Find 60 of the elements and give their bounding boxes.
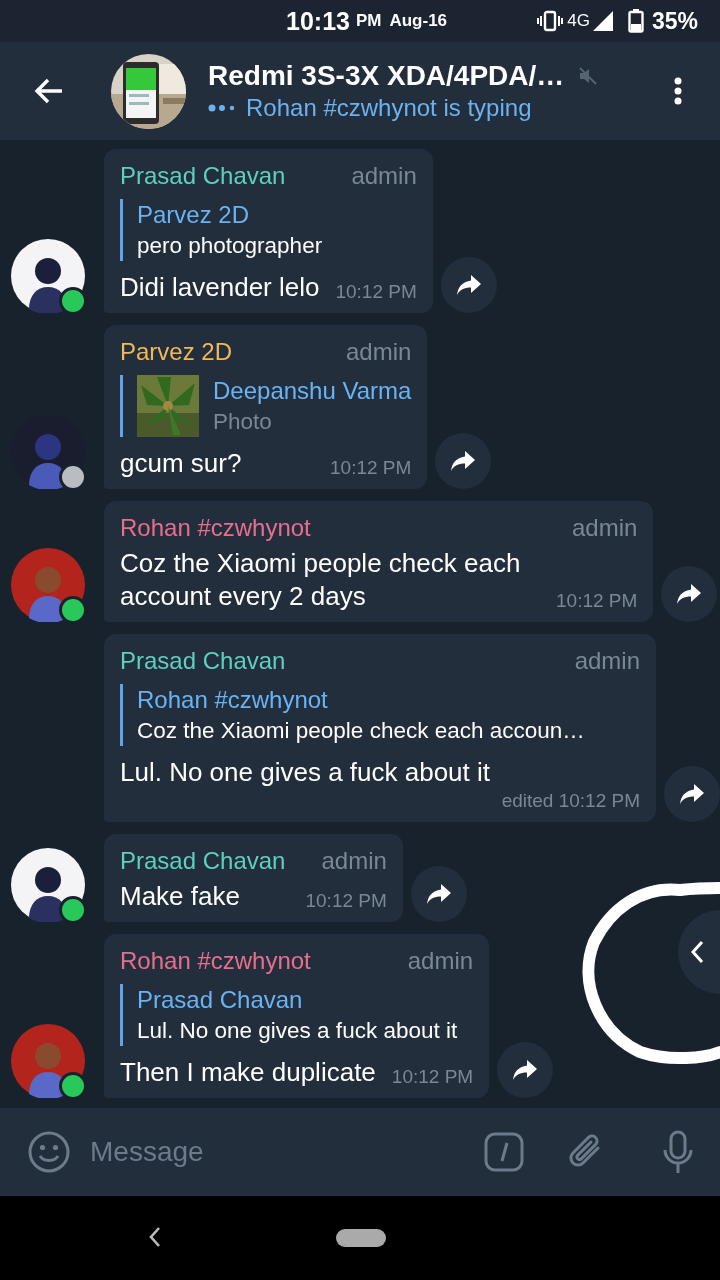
- message-text: gcum sur?: [120, 447, 242, 480]
- sender-name: Parvez 2D: [120, 337, 233, 367]
- share-arrow-icon: [512, 1059, 539, 1081]
- slash-command-icon: [484, 1132, 524, 1172]
- message-time: 10:12 PM: [391, 1065, 474, 1089]
- message-text: Then I make duplicate: [120, 1056, 376, 1089]
- share-arrow-icon: [450, 450, 477, 472]
- emoji-button[interactable]: [28, 1131, 70, 1173]
- commands-button[interactable]: [484, 1132, 524, 1172]
- message-time: 10:12 PM: [305, 889, 387, 913]
- chevron-left-icon: [148, 1226, 162, 1248]
- sender-name: Rohan #czwhynot: [120, 946, 311, 976]
- back-arrow-icon: [34, 78, 64, 104]
- message-text: Didi lavender lelo: [120, 271, 320, 304]
- home-button[interactable]: [336, 1229, 386, 1247]
- sender-name: Rohan #czwhynot: [120, 513, 311, 543]
- voice-button[interactable]: [662, 1130, 694, 1174]
- message-time: 10:12 PM: [330, 456, 412, 480]
- role-label: admin: [407, 946, 474, 976]
- battery-percent: 35%: [651, 7, 698, 35]
- role-label: admin: [321, 846, 387, 876]
- am-pm: PM: [355, 11, 382, 31]
- more-options-icon: [674, 77, 682, 105]
- sender-name: Prasad Chavan: [120, 161, 286, 191]
- role-label: admin: [351, 161, 417, 191]
- reply-author: Rohan #czwhynot: [137, 685, 329, 715]
- role-label: admin: [574, 646, 640, 676]
- nav-back-button[interactable]: [148, 1226, 162, 1248]
- clock: 10:13: [286, 6, 350, 36]
- signal-icon: [591, 10, 614, 32]
- smiley-icon: [28, 1131, 70, 1173]
- message-text: Coz the Xiaomi people check each account every 2 days: [120, 547, 522, 613]
- share-arrow-icon: [679, 783, 705, 805]
- reply-text: pero photographer: [137, 232, 323, 260]
- reply-author: Deepanshu Varma: [213, 376, 412, 406]
- sender-name: Prasad Chavan: [120, 846, 286, 876]
- role-label: admin: [571, 513, 638, 543]
- message-time: edited 10:12 PM: [501, 789, 640, 813]
- sender-name: Prasad Chavan: [120, 646, 286, 676]
- message-text: Lul. No one gives a fuck about it: [120, 756, 490, 789]
- battery-icon: [627, 9, 644, 33]
- network-type: 4G: [567, 11, 590, 31]
- reply-author: Prasad Chavan: [137, 985, 304, 1015]
- typing-status: Rohan #czwhynot is typing: [246, 94, 532, 122]
- vibrate-icon: [537, 10, 564, 32]
- chevron-left-icon: [690, 940, 704, 964]
- role-label: admin: [345, 337, 412, 367]
- message-time: 10:12 PM: [556, 589, 638, 613]
- reply-media-label: Photo: [213, 408, 273, 436]
- reply-text: Lul. No one gives a fuck about it: [137, 1017, 458, 1045]
- share-arrow-icon: [455, 274, 482, 296]
- chat-title: Redmi 3S-3X XDA/4PDA/…: [208, 60, 565, 92]
- reply-author: Parvez 2D: [137, 200, 251, 230]
- share-arrow-icon: [676, 583, 703, 605]
- share-arrow-icon: [425, 883, 452, 905]
- message-text: Make fake: [120, 880, 240, 913]
- message-time: 10:12 PM: [335, 280, 417, 304]
- reply-text: Coz the Xiaomi people check each accoun…: [137, 717, 585, 745]
- microphone-icon: [662, 1130, 694, 1174]
- date: Aug-16: [389, 11, 448, 31]
